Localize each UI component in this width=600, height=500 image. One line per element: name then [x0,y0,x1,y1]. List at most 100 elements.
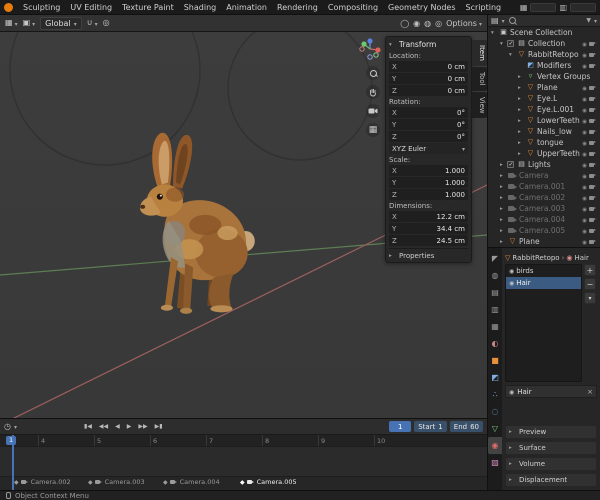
render-camera-icon[interactable] [589,227,598,235]
end-frame-field[interactable]: End 60 [449,421,483,432]
expander-icon[interactable] [500,162,507,168]
3d-viewport[interactable]: ▦ Transform Location: X 0 cm Y 0 cm Z 0 cm Ro… [0,32,487,418]
eye-icon[interactable] [582,149,587,158]
material-datablock-field[interactable]: Hair [505,385,597,398]
timeline-track-area[interactable] [0,447,487,477]
scale-field[interactable]: Y 1.000 [389,177,468,188]
expander-icon[interactable] [518,129,525,135]
render-camera-icon[interactable] [589,183,598,191]
properties-tab[interactable] [488,267,502,284]
play-button[interactable] [125,422,134,431]
timeline-marker[interactable]: Camera.005 [240,478,297,486]
render-camera-icon[interactable] [589,84,598,92]
filter-icon[interactable]: ▼ [586,17,591,24]
outliner-row[interactable]: Eye.L [488,93,600,104]
wireframe-shading-icon[interactable]: ◯ [400,19,409,28]
render-camera-icon[interactable] [589,117,598,125]
properties-tab[interactable] [488,335,502,352]
render-camera-icon[interactable] [589,40,598,48]
outliner-row[interactable]: Camera.002 [488,192,600,203]
workspace-tab[interactable]: Compositing [323,3,383,12]
properties-tab[interactable] [488,352,502,369]
breadcrumb-material[interactable]: Hair [575,254,589,262]
expander-icon[interactable] [500,239,507,245]
options-button[interactable]: Options [446,19,482,28]
render-camera-icon[interactable] [589,128,598,136]
rotation-field[interactable]: Y 0° [389,119,468,130]
expander-icon[interactable] [518,107,525,113]
slot-specials-button[interactable] [584,292,596,304]
sidebar-tab[interactable]: View [472,91,487,119]
workspace-tab[interactable]: Scripting [461,3,507,12]
outliner-row[interactable]: tongue [488,137,600,148]
material-slot[interactable]: Hair [506,277,581,289]
scale-field[interactable]: Z 1.000 [389,189,468,200]
render-camera-icon[interactable] [589,139,598,147]
previous-keyframe-button[interactable] [97,422,110,431]
next-keyframe-button[interactable] [136,422,149,431]
properties-tab[interactable] [488,420,502,437]
dimension-field[interactable]: X 12.2 cm [389,211,468,222]
render-camera-icon[interactable] [589,106,598,114]
eye-icon[interactable] [582,39,587,48]
snap-button[interactable]: ∪ [87,19,98,28]
eye-icon[interactable] [582,237,587,246]
outliner-row[interactable]: Camera.001 [488,181,600,192]
render-camera-icon[interactable] [589,62,598,70]
transform-panel-header[interactable]: Transform [389,39,468,50]
workspace-tab[interactable]: Texture Paint [117,3,179,12]
render-camera-icon[interactable] [589,238,598,246]
sidebar-tab[interactable]: Tool [472,66,487,91]
rendered-shading-icon[interactable]: ◎ [435,19,442,28]
rabbit-model[interactable] [84,128,266,330]
render-camera-icon[interactable] [589,172,598,180]
properties-section-header[interactable]: Properties [389,248,468,260]
solid-shading-icon[interactable]: ◉ [413,19,420,28]
expander-icon[interactable] [500,217,507,223]
panel-section-header[interactable]: Volume [505,457,597,471]
scale-field[interactable]: X 1.000 [389,165,468,176]
outliner-row[interactable]: Eye.L.001 [488,104,600,115]
properties-tab[interactable] [488,437,502,454]
timeline-marker[interactable]: Camera.004 [163,478,220,486]
render-camera-icon[interactable] [589,205,598,213]
outliner-row[interactable]: Camera.003 [488,203,600,214]
properties-tab[interactable] [488,386,502,403]
eye-icon[interactable] [582,204,587,213]
workspace-tab[interactable]: Shading [179,3,222,12]
location-field[interactable]: Y 0 cm [389,73,468,84]
properties-tab[interactable] [488,250,502,267]
outliner-options-icon[interactable] [594,16,597,25]
move-view-button[interactable] [366,85,380,99]
chevron-down-icon[interactable] [502,16,505,25]
properties-tab[interactable] [488,403,502,420]
timeline-marker[interactable]: Camera.002 [14,478,71,486]
eye-icon[interactable] [582,116,587,125]
timeline-ruler[interactable]: 4 5 6 7 8 9 10 [0,435,487,447]
editor-type-button[interactable]: ▦ [5,19,18,28]
eye-icon[interactable] [582,138,587,147]
transform-orientation-dropdown[interactable]: Global [40,16,82,30]
expander-icon[interactable] [518,140,525,146]
workspace-tab[interactable]: Rendering [272,3,323,12]
workspace-tab[interactable]: Geometry Nodes [383,3,460,12]
material-slot[interactable]: birds [506,265,581,277]
expander-icon[interactable] [500,41,507,47]
collection-checkbox[interactable] [507,161,514,168]
eye-icon[interactable] [582,127,587,136]
dimension-field[interactable]: Y 34.4 cm [389,223,468,234]
location-field[interactable]: Z 0 cm [389,85,468,96]
camera-view-button[interactable] [366,104,380,118]
outliner-row[interactable]: Vertex Groups [488,71,600,82]
expander-icon[interactable] [500,206,507,212]
rotation-field[interactable]: X 0° [389,107,468,118]
toggle-perspective-button[interactable]: ▦ [366,123,380,137]
location-field[interactable]: X 0 cm [389,61,468,72]
breadcrumb-object[interactable]: RabbitRetopo [512,254,559,262]
view-layer-selector-field[interactable] [570,2,596,12]
sidebar-tab[interactable]: Item [472,40,487,66]
play-reverse-button[interactable] [113,422,122,431]
render-camera-icon[interactable] [589,194,598,202]
eye-icon[interactable] [582,61,587,70]
add-slot-button[interactable] [584,264,596,276]
